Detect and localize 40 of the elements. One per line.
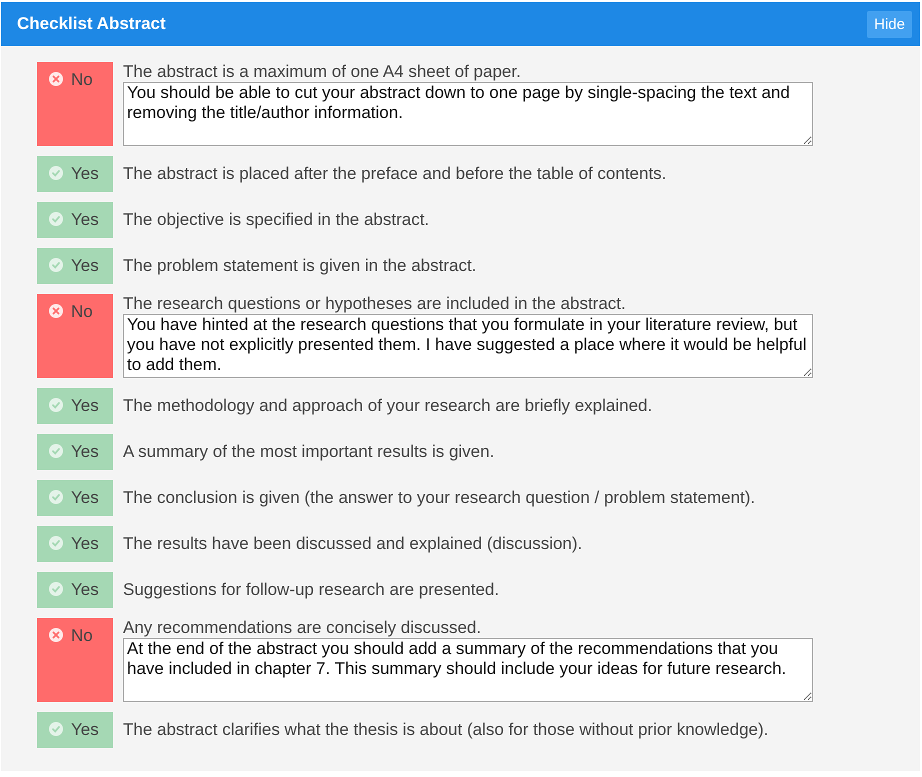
check-circle-icon [49, 398, 63, 412]
checklist-item-text: The methodology and approach of your research are briefly explained. [123, 395, 652, 416]
status-badge[interactable]: Yes [37, 712, 113, 748]
status-badge[interactable]: Yes [37, 388, 113, 424]
check-circle-icon [49, 582, 63, 596]
status-badge[interactable]: No [37, 62, 113, 146]
comment-field[interactable]: You have hinted at the research questions that you formulate in your literature review, but you have not explicitly presented them. I have suggested a place where it would be helpful to add them. [123, 314, 813, 378]
checklist-item-text: The results have been discussed and explained (discussion). [123, 533, 582, 554]
check-circle-icon [49, 536, 63, 550]
comment-field[interactable]: At the end of the abstract you should add a summary of the recommendations that you have included in chapter 7. This summary should include your ideas for future research. [123, 638, 813, 702]
status-badge[interactable]: Yes [37, 248, 113, 284]
check-circle-icon [49, 212, 63, 226]
comment-field[interactable]: You should be able to cut your abstract down to one page by single-spacing the text and removing the title/author information. [123, 82, 813, 146]
checklist-item-text: The problem statement is given in the abstract. [123, 255, 476, 276]
status-badge[interactable]: Yes [37, 434, 113, 470]
check-circle-icon [49, 444, 63, 458]
check-circle-icon [49, 722, 63, 736]
status-badge[interactable]: Yes [37, 156, 113, 192]
checklist-item-text: A summary of the most important results is given. [123, 441, 494, 462]
status-badge[interactable]: Yes [37, 572, 113, 608]
check-circle-icon [49, 490, 63, 504]
cross-circle-icon [49, 72, 63, 86]
check-circle-icon [49, 258, 63, 272]
checklist-item-text: The abstract is a maximum of one A4 sheet of paper. [123, 62, 522, 82]
cross-circle-icon [49, 304, 63, 318]
status-badge[interactable]: No [37, 618, 113, 702]
checklist-item-text: The abstract clarifies what the thesis is about (also for those without prior knowledge). [123, 719, 768, 740]
status-badge[interactable]: Yes [37, 202, 113, 238]
panel-title: Checklist Abstract [17, 14, 166, 34]
status-badge[interactable]: Yes [37, 480, 113, 516]
checklist-item-text: The objective is specified in the abstract. [123, 209, 430, 230]
check-circle-icon [49, 166, 63, 180]
checklist-item-text: The research questions or hypotheses are included in the abstract. [123, 294, 627, 314]
checklist-item-text: The conclusion is given (the answer to your research question / problem statement). [123, 487, 756, 508]
checklist-item-text: Any recommendations are concisely discussed. [123, 618, 482, 638]
checklist-item-text: The abstract is placed after the preface and before the table of contents. [123, 163, 666, 184]
cross-circle-icon [49, 628, 63, 642]
status-badge[interactable]: No [37, 294, 113, 378]
checklist-item-text: Suggestions for follow-up research are presented. [123, 579, 500, 600]
status-badge[interactable]: Yes [37, 526, 113, 562]
